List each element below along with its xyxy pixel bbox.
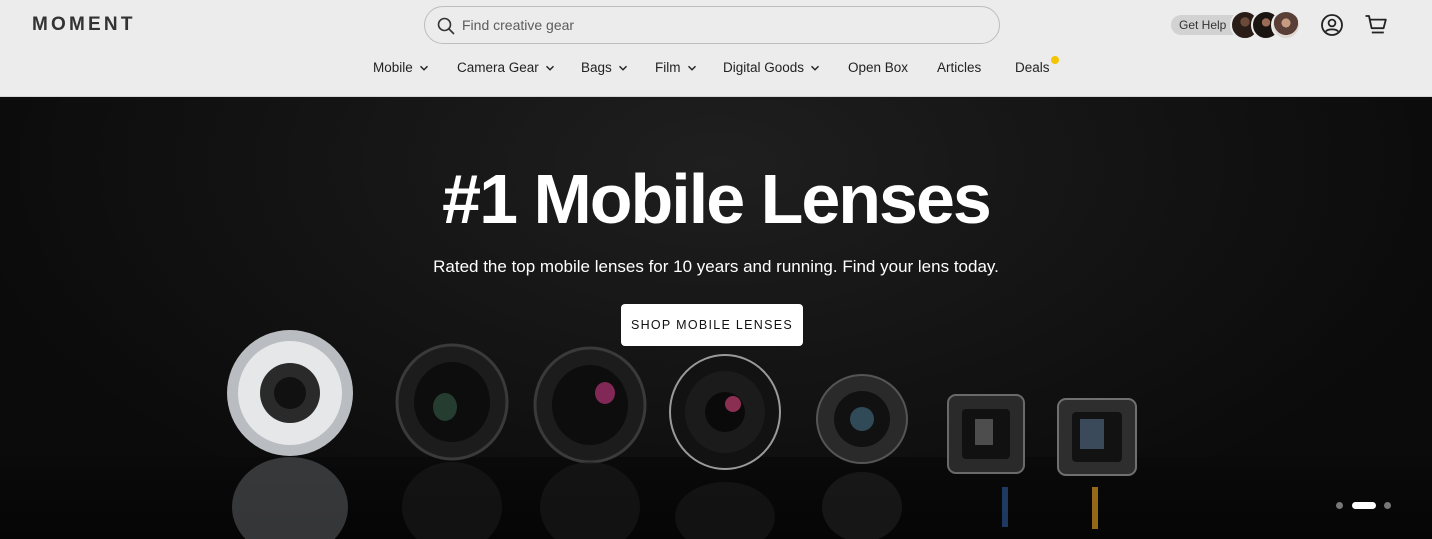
nav-item-mobile[interactable]: Mobile: [373, 60, 429, 75]
carousel-dot[interactable]: [1384, 502, 1391, 509]
search-icon: [437, 17, 455, 35]
avatar: [1271, 10, 1301, 40]
cart-icon[interactable]: [1364, 13, 1388, 37]
nav-item-label: Bags: [581, 60, 612, 75]
lens-image: [1057, 398, 1137, 529]
chevron-down-icon: [687, 65, 696, 71]
deals-notification-dot: [1051, 56, 1059, 64]
nav-item-label: Articles: [937, 60, 982, 75]
hero-banner: #1 Mobile Lenses Rated the top mobile le…: [0, 97, 1432, 539]
chevron-down-icon: [618, 65, 627, 71]
nav-item-label: Open Box: [848, 60, 909, 75]
carousel-indicator: [1336, 502, 1396, 510]
nav-item-label: Digital Goods: [723, 60, 805, 75]
carousel-dot-active[interactable]: [1352, 502, 1376, 509]
search-input[interactable]: [462, 15, 982, 35]
nav-item-camera-gear[interactable]: Camera Gear: [457, 60, 555, 75]
nav-item-label: Mobile: [373, 60, 413, 75]
lens-image: [395, 343, 509, 539]
get-help-label: Get Help: [1179, 18, 1227, 32]
nav-item-label: Film: [655, 60, 681, 75]
chevron-down-icon: [419, 65, 428, 71]
moment-logo[interactable]: MOMENT: [32, 14, 136, 36]
nav-item-articles[interactable]: Articles: [937, 60, 981, 75]
hero-subtitle: Rated the top mobile lenses for 10 years…: [433, 257, 999, 276]
shop-mobile-lenses-button[interactable]: SHOP MOBILE LENSES: [621, 304, 803, 346]
nav-item-open-box[interactable]: Open Box: [848, 60, 908, 75]
support-avatars[interactable]: [1230, 10, 1302, 40]
hero-title: #1 Mobile Lenses: [442, 160, 992, 238]
lens-image: [227, 330, 353, 539]
lens-image: [533, 346, 647, 539]
nav-item-film[interactable]: Film: [655, 60, 697, 75]
nav-item-digital-goods[interactable]: Digital Goods: [723, 60, 820, 75]
account-icon[interactable]: [1320, 13, 1344, 37]
nav-item-label: Camera Gear: [457, 60, 539, 75]
chevron-down-icon: [811, 65, 820, 71]
nav-item-bags[interactable]: Bags: [581, 60, 628, 75]
search-bar[interactable]: [424, 6, 1000, 44]
lens-image: [816, 374, 908, 539]
site-header: MOMENT Get Help Mobile Camera Gear: [0, 0, 1432, 97]
carousel-dot[interactable]: [1336, 502, 1343, 509]
nav-item-label: Deals: [1015, 60, 1050, 75]
lens-image: [669, 354, 781, 539]
lens-image: [947, 394, 1025, 527]
nav-item-deals[interactable]: Deals: [1015, 60, 1050, 75]
main-nav: Mobile Camera Gear Bags Film Digital Goo…: [0, 60, 1432, 80]
chevron-down-icon: [545, 65, 554, 71]
